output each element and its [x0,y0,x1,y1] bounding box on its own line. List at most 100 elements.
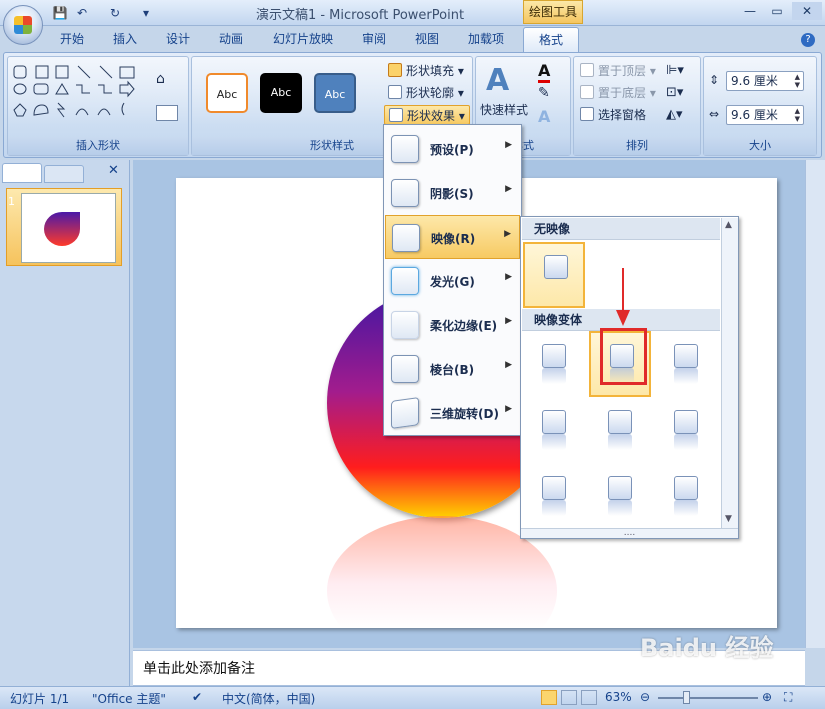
reflection-variant[interactable] [589,399,651,465]
effects-icon [389,108,403,122]
selection-pane-button[interactable]: 选择窗格 [580,105,646,125]
sorter-view-icon[interactable] [561,690,577,705]
text-effects-icon[interactable]: A [538,107,550,126]
edit-shape-icon[interactable]: ⌂ [156,71,178,91]
no-reflection-option[interactable] [523,242,585,308]
shape-effects-menu: 预设(P) ▶ 阴影(S) ▶ 映像(R) ▶ 发光(G) ▶ 柔化边缘(E) ▶ 棱台(… [383,124,522,436]
group-insert-shapes: ⌂ 插入形状 [7,56,189,156]
bring-front-button[interactable]: 置于顶层 ▾ [580,61,656,81]
shadow-icon [391,179,419,207]
tab-review[interactable]: 审阅 [362,28,386,52]
close-button[interactable]: ✕ [792,2,822,20]
text-outline-icon[interactable]: ✎ [538,85,550,101]
pen-icon [388,85,402,99]
quick-styles-button[interactable]: 快速样式 [480,101,528,118]
reflection-variant[interactable] [655,465,717,531]
submenu-arrow-icon: ▶ [504,229,511,239]
help-icon[interactable]: ? [801,33,815,47]
zoom-out-icon[interactable]: ⊖ [640,690,650,704]
window-title: 演示文稿1 - Microsoft PowerPoint [255,8,465,23]
reflection-icon [392,224,420,252]
menu-item-reflection[interactable]: 映像(R) ▶ [385,215,520,259]
tab-format[interactable]: 格式 [523,27,579,53]
rotate-icon[interactable]: ◭▾ [666,107,683,122]
outline-tab[interactable] [44,165,84,183]
menu-item-bevel[interactable]: 棱台(B) ▶ [385,347,520,391]
align-icon[interactable]: ⊫▾ [666,63,684,78]
quick-styles-icon[interactable]: A [486,63,509,98]
style-sample-black[interactable]: Abc [260,73,302,113]
style-sample-orange[interactable]: Abc [206,73,248,113]
zoom-in-icon[interactable]: ⊕ [762,690,772,704]
vertical-scrollbar[interactable] [805,160,825,648]
gallery-resize-handle[interactable]: .... [521,528,738,538]
highlight-box [600,328,647,385]
restore-button[interactable]: ▭ [764,2,790,20]
menu-item-3d-rotation[interactable]: 三维旋转(D) ▶ [385,391,520,435]
shape-outline-button[interactable]: 形状轮廓 ▾ [388,83,464,103]
tab-view[interactable]: 视图 [415,28,439,52]
square-icon [544,255,568,279]
scroll-up-icon[interactable]: ▲ [725,220,732,230]
menu-item-glow[interactable]: 发光(G) ▶ [385,259,520,303]
width-field[interactable]: 9.6 厘米 ▲ ▼ [726,105,804,125]
reflection-variant[interactable] [655,399,717,465]
close-panel-icon[interactable]: ✕ [108,163,119,178]
tab-animation[interactable]: 动画 [219,28,243,52]
shape-fill-button[interactable]: 形状填充 ▾ [388,61,464,81]
zoom-slider[interactable] [658,697,758,699]
group-arrange: 置于顶层 ▾ 置于底层 ▾ 选择窗格 ⊫▾ ⊡▾ ◭▾ 排列 [573,56,701,156]
spin-arrows-icon[interactable]: ▲ ▼ [795,107,800,123]
submenu-arrow-icon: ▶ [505,316,512,326]
fill-bucket-icon [388,63,402,77]
tab-design[interactable]: 设计 [166,28,190,52]
theme-name: "Office 主题" [92,692,166,706]
menu-item-shadow[interactable]: 阴影(S) ▶ [385,171,520,215]
shape-gallery[interactable] [12,63,142,125]
slide-thumbnail[interactable] [6,188,122,266]
reflection-variant[interactable] [655,333,717,399]
tab-home[interactable]: 开始 [60,28,84,52]
submenu-arrow-icon: ▶ [505,140,512,150]
reflection-variant[interactable] [523,399,585,465]
normal-view-icon[interactable] [541,690,557,705]
reflection-variant[interactable] [589,465,651,531]
spin-arrows-icon[interactable]: ▲ ▼ [795,73,800,89]
style-sample-blue[interactable]: Abc [314,73,356,113]
reflection-variant[interactable] [523,333,585,399]
language[interactable]: 中文(简体，中国) [222,690,315,707]
slide-count: 幻灯片 1/1 [10,692,70,706]
menu-item-preset[interactable]: 预设(P) ▶ [385,127,520,171]
no-reflection-header: 无映像 [522,218,720,240]
reflection-variant[interactable] [523,465,585,531]
3d-rotation-icon [391,397,419,429]
zoom-level[interactable]: 63% [605,690,632,704]
red-arrow-icon [616,268,630,326]
fit-window-icon[interactable]: ⛶ [784,690,792,705]
height-field[interactable]: 9.6 厘米 ▲ ▼ [726,71,804,91]
slide-number: 1 [8,195,15,208]
scroll-down-icon[interactable]: ▼ [725,514,732,524]
menu-item-soft-edges[interactable]: 柔化边缘(E) ▶ [385,303,520,347]
office-logo-icon [14,16,32,34]
tab-insert[interactable]: 插入 [113,28,137,52]
text-fill-icon[interactable]: A [538,61,551,83]
tab-addins[interactable]: 加载项 [468,28,504,52]
tab-slideshow[interactable]: 幻灯片放映 [273,28,333,52]
gallery-scrollbar[interactable]: ▲ ▼ [721,218,738,528]
submenu-arrow-icon: ▶ [505,272,512,282]
group-icon[interactable]: ⊡▾ [666,85,683,100]
shape-effects-button[interactable]: 形状效果 ▾ [384,105,470,125]
spell-check-icon[interactable]: ✔ [192,690,202,704]
slides-tab[interactable] [2,163,42,183]
zoom-thumb[interactable] [683,691,690,704]
size-label: 大小 [704,137,816,155]
slideshow-view-icon[interactable] [581,690,597,705]
minimize-button[interactable]: — [737,2,763,20]
notes-placeholder: 单击此处添加备注 [143,661,255,677]
office-button[interactable] [3,5,43,45]
text-box-icon[interactable] [156,105,178,121]
height-icon: ⇕ [709,73,720,87]
panel-tabs: ✕ [2,163,128,183]
send-back-button[interactable]: 置于底层 ▾ [580,83,656,103]
